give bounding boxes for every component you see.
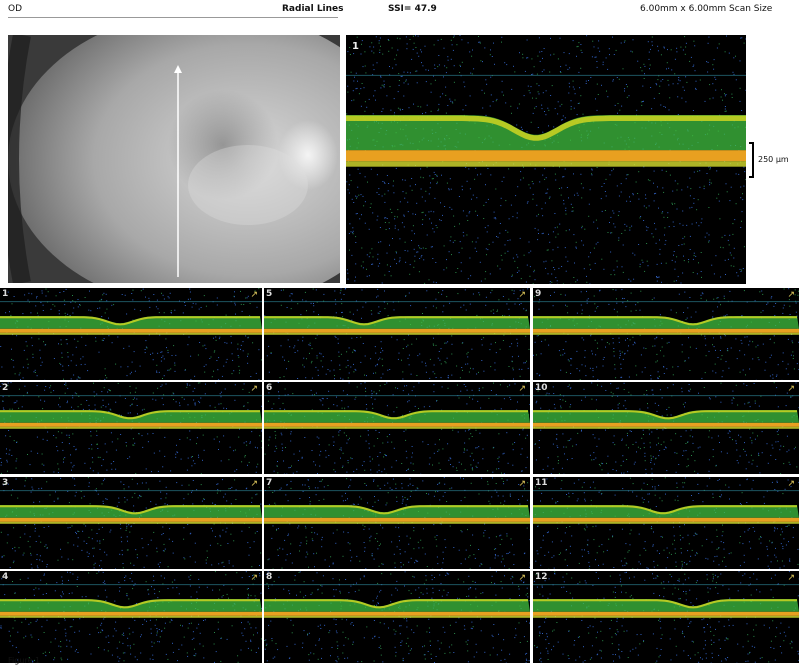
- main-bscan: 1: [346, 35, 746, 284]
- signal-strength-index: SSI= 47.9: [388, 4, 437, 14]
- thumbnail-number: 4: [2, 572, 9, 582]
- scale-bar-label: 250 µm: [758, 155, 789, 164]
- thumbnail-number: 6: [266, 383, 273, 393]
- scan-direction-icon: ↗: [518, 479, 526, 489]
- scan-direction-icon: ↗: [518, 384, 526, 394]
- bscan-thumbnail[interactable]: 3 ↗: [0, 477, 262, 569]
- bscan-thumbnail[interactable]: 5 ↗: [264, 288, 530, 380]
- bscan-thumbnail[interactable]: 8 ↗: [264, 571, 530, 663]
- scan-direction-icon: ↗: [787, 479, 795, 489]
- thumbnail-number: 7: [266, 478, 273, 488]
- fundus-image: [8, 35, 340, 283]
- scan-direction-icon: ↗: [250, 384, 258, 394]
- scan-direction-icon: ↗: [518, 573, 526, 583]
- scan-direction-icon: ↗: [250, 573, 258, 583]
- thumbnail-number: 1: [2, 289, 9, 299]
- thumbnail-number: 9: [535, 289, 542, 299]
- figure-caption: Figure 1: [8, 656, 41, 665]
- bscan-thumbnail[interactable]: 4 ↗: [0, 571, 262, 663]
- main-scan-number: 1: [352, 41, 359, 52]
- scan-size-label: 6.00mm x 6.00mm Scan Size: [640, 4, 773, 14]
- bscan-thumbnail[interactable]: 2 ↗: [0, 382, 262, 474]
- thumbnail-number: 3: [2, 478, 9, 488]
- thumbnail-number: 10: [535, 383, 548, 393]
- thumbnail-number: 2: [2, 383, 9, 393]
- eye-label: OD: [8, 4, 23, 14]
- scan-direction-icon: ↗: [250, 290, 258, 300]
- bscan-thumbnail[interactable]: 11 ↗: [533, 477, 799, 569]
- scale-bar: [749, 142, 754, 178]
- thumbnail-number: 11: [535, 478, 548, 488]
- header-divider: [8, 17, 338, 18]
- bscan-thumbnail[interactable]: 10 ↗: [533, 382, 799, 474]
- bscan-thumbnail[interactable]: 9 ↗: [533, 288, 799, 380]
- scan-direction-icon: ↗: [787, 290, 795, 300]
- scan-direction-icon: ↗: [250, 479, 258, 489]
- scan-direction-icon: ↗: [787, 384, 795, 394]
- bscan-thumbnail[interactable]: 1 ↗: [0, 288, 262, 380]
- scan-direction-icon: ↗: [787, 573, 795, 583]
- scan-direction-icon: ↗: [518, 290, 526, 300]
- thumbnail-number: 8: [266, 572, 273, 582]
- scan-pattern-label: Radial Lines: [282, 4, 344, 14]
- bscan-thumbnail[interactable]: 7 ↗: [264, 477, 530, 569]
- bscan-thumbnail[interactable]: 6 ↗: [264, 382, 530, 474]
- thumbnail-number: 12: [535, 572, 548, 582]
- bscan-thumbnail[interactable]: 12 ↗: [533, 571, 799, 663]
- thumbnail-number: 5: [266, 289, 273, 299]
